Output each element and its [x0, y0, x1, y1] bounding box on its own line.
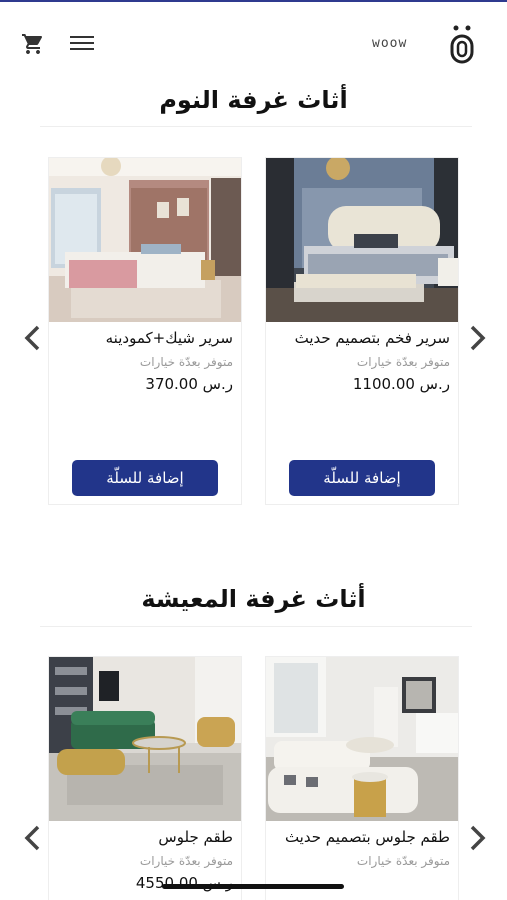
product-name[interactable]: طقم جلوس بتصميم حديث — [266, 821, 458, 848]
product-name[interactable]: سرير شيك+كمودينه — [49, 322, 241, 349]
header: woow — [0, 0, 507, 80]
add-to-cart-button[interactable]: إضافة للسلّة — [289, 460, 435, 496]
hamburger-menu-icon[interactable] — [70, 34, 94, 52]
section-title-bedroom: أثاث غرفة النوم — [159, 86, 348, 114]
product-price: ر.س 1100.00 — [352, 375, 450, 393]
product-price: ر.س 370.00 — [145, 375, 233, 393]
product-image[interactable] — [266, 158, 458, 322]
product-image[interactable] — [49, 657, 241, 821]
add-to-cart-button[interactable]: إضافة للسلّة — [72, 460, 218, 496]
product-name[interactable]: طقم جلوس — [49, 821, 241, 848]
section-divider — [40, 126, 472, 127]
product-card[interactable]: طقم جلوس متوفر بعدّة خيارات ر.س 4550.00 — [48, 656, 242, 900]
product-options: متوفر بعدّة خيارات — [356, 854, 450, 868]
section-title-living-room: أثاث غرفة المعيشة — [141, 585, 366, 613]
carousel-prev-arrow-icon[interactable] — [20, 822, 44, 854]
carousel-next-arrow-icon[interactable] — [466, 322, 490, 354]
product-options: متوفر بعدّة خيارات — [139, 854, 233, 868]
product-image[interactable] — [49, 158, 241, 322]
product-image[interactable] — [266, 657, 458, 821]
product-card[interactable]: سرير فخم بتصميم حديث متوفر بعدّة خيارات … — [265, 157, 459, 505]
cart-icon[interactable] — [20, 32, 46, 56]
section-divider — [40, 626, 472, 627]
product-card[interactable]: طقم جلوس بتصميم حديث متوفر بعدّة خيارات — [265, 656, 459, 900]
woow-logo[interactable] — [448, 24, 476, 64]
brand-text: woow — [372, 36, 408, 51]
product-options: متوفر بعدّة خيارات — [356, 355, 450, 369]
product-name[interactable]: سرير فخم بتصميم حديث — [266, 322, 458, 349]
carousel-prev-arrow-icon[interactable] — [20, 322, 44, 354]
product-card[interactable]: سرير شيك+كمودينه متوفر بعدّة خيارات ر.س … — [48, 157, 242, 505]
carousel-next-arrow-icon[interactable] — [466, 822, 490, 854]
product-options: متوفر بعدّة خيارات — [139, 355, 233, 369]
home-indicator — [162, 884, 344, 889]
